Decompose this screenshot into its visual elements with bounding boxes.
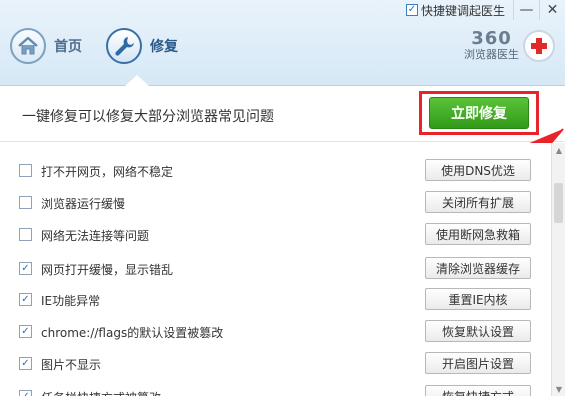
issue-row: 网络无法连接等问题 使用断网急救箱 <box>0 219 550 251</box>
issue-label: IE功能异常 <box>41 294 101 308</box>
brand: 360 浏览器医生 <box>464 30 555 62</box>
scroll-thumb[interactable] <box>554 183 563 223</box>
action-description: 一键修复可以修复大部分浏览器常见问题 <box>22 109 274 125</box>
issue-action-button[interactable]: 关闭所有扩展 <box>425 191 531 213</box>
issue-checkbox[interactable] <box>19 228 32 241</box>
issue-action-button[interactable]: 重置IE内核 <box>425 288 531 310</box>
issue-row: ✓ chrome://flags的默认设置被篡改 恢复默认设置 <box>0 316 550 348</box>
issue-checkbox[interactable] <box>19 164 32 177</box>
issue-list: 打不开网页，网络不稳定 使用DNS优选浏览器运行缓慢 关闭所有扩展网络无法连接等问题… <box>0 143 565 396</box>
issue-checkbox[interactable]: ✓ <box>19 325 32 338</box>
issue-row: 浏览器运行缓慢 关闭所有扩展 <box>0 187 550 219</box>
issue-label: 打不开网页，网络不稳定 <box>41 165 174 179</box>
brand-number: 360 <box>471 28 512 49</box>
brand-name: 浏览器医生 <box>464 48 519 61</box>
issue-row: ✓ IE功能异常 重置IE内核 <box>0 284 550 316</box>
issue-checkbox[interactable]: ✓ <box>19 293 32 306</box>
issue-row: ✓ 任务栏快捷方式被篡改 恢复快捷方式 <box>0 381 550 396</box>
quick-launch-label: 快捷键调起医生 <box>420 3 505 18</box>
scrollbar[interactable]: ▲ ▼ <box>551 143 565 396</box>
issue-label: 任务栏快捷方式被篡改 <box>41 389 161 396</box>
close-button[interactable]: ✕ <box>539 0 565 20</box>
issue-checkbox[interactable]: ✓ <box>19 262 32 275</box>
issue-row: ✓ 图片不显示 开启图片设置 <box>0 348 550 380</box>
nav-home[interactable]: 首页 <box>10 28 82 64</box>
active-tab-pointer <box>125 75 149 86</box>
issue-action-button[interactable]: 使用DNS优选 <box>425 159 531 181</box>
issue-action-button[interactable]: 恢复快捷方式 <box>425 385 531 396</box>
nav-home-label: 首页 <box>54 39 82 55</box>
title-bar: ✓ 快捷键调起医生 — ✕ <box>405 0 565 20</box>
quick-launch-checkbox[interactable]: ✓ <box>405 4 418 16</box>
issue-checkbox[interactable]: ✓ <box>19 390 32 396</box>
scroll-up-icon[interactable]: ▲ <box>552 143 565 157</box>
scroll-down-icon[interactable]: ▼ <box>552 382 565 396</box>
nav-repair-label: 修复 <box>150 39 178 55</box>
minimize-button[interactable]: — <box>513 0 539 20</box>
issue-checkbox[interactable] <box>19 196 32 209</box>
issue-label: 网络无法连接等问题 <box>41 229 150 243</box>
quick-launch-option[interactable]: ✓ 快捷键调起医生 <box>405 0 505 20</box>
issue-row: 打不开网页，网络不稳定 使用DNS优选 <box>0 155 550 187</box>
issue-row: ✓ 网页打开缓慢，显示错乱 清除浏览器缓存 <box>0 253 550 285</box>
main-nav: 首页 修复 <box>10 26 202 66</box>
issue-checkbox[interactable]: ✓ <box>19 357 32 370</box>
repair-now-button[interactable]: 立即修复 <box>429 97 529 129</box>
medical-cross-icon <box>523 30 555 62</box>
issue-action-button[interactable]: 开启图片设置 <box>425 352 531 374</box>
issue-action-button[interactable]: 清除浏览器缓存 <box>425 257 531 279</box>
issue-label: 图片不显示 <box>41 358 102 372</box>
issue-label: 网页打开缓慢，显示错乱 <box>41 263 174 277</box>
issue-label: 浏览器运行缓慢 <box>41 197 126 211</box>
issue-action-button[interactable]: 使用断网急救箱 <box>425 223 531 245</box>
issue-label: chrome://flags的默认设置被篡改 <box>41 326 224 340</box>
wrench-icon <box>106 28 142 64</box>
issue-action-button[interactable]: 恢复默认设置 <box>425 320 531 342</box>
home-icon <box>10 28 46 64</box>
app-header: ✓ 快捷键调起医生 — ✕ 首页 修复 360 浏览器医生 <box>0 0 565 86</box>
nav-repair[interactable]: 修复 <box>106 28 178 64</box>
